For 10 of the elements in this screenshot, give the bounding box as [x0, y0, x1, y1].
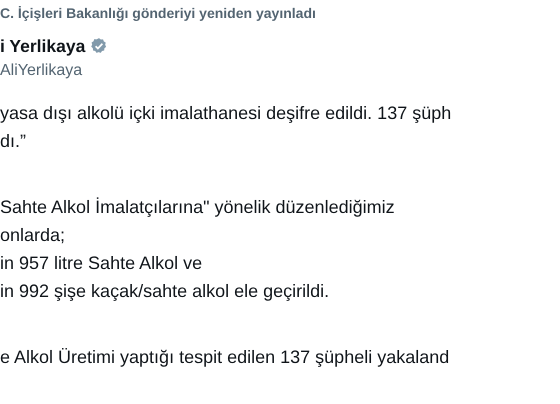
author-name[interactable]: i Yerlikaya	[0, 36, 86, 56]
post-text-line: onlarda;	[0, 224, 66, 247]
author-handle: AliYerlikaya	[0, 61, 84, 81]
post-text-line: e Alkol Üretimi yaptığı tespit edilen 137 şüpheli yakaland	[0, 346, 450, 369]
post-text-line: Sahte Alkol İmalatçılarına" yönelik düzenlediğimiz	[0, 196, 396, 219]
repost-label: C. İçişleri Bakanlığı gönderiyi yeniden yayınladı	[0, 4, 317, 23]
post-text-line: in 957 litre Sahte Alkol ve	[0, 252, 204, 275]
post-text-line: yasa dışı alkolü içki imalathanesi deşifre edildi. 137 şüph	[0, 102, 452, 125]
post-text-line: dı.”	[0, 130, 28, 153]
post-text-line: in 992 şişe kaçak/sahte alkol ele geçirildi.	[0, 280, 330, 303]
